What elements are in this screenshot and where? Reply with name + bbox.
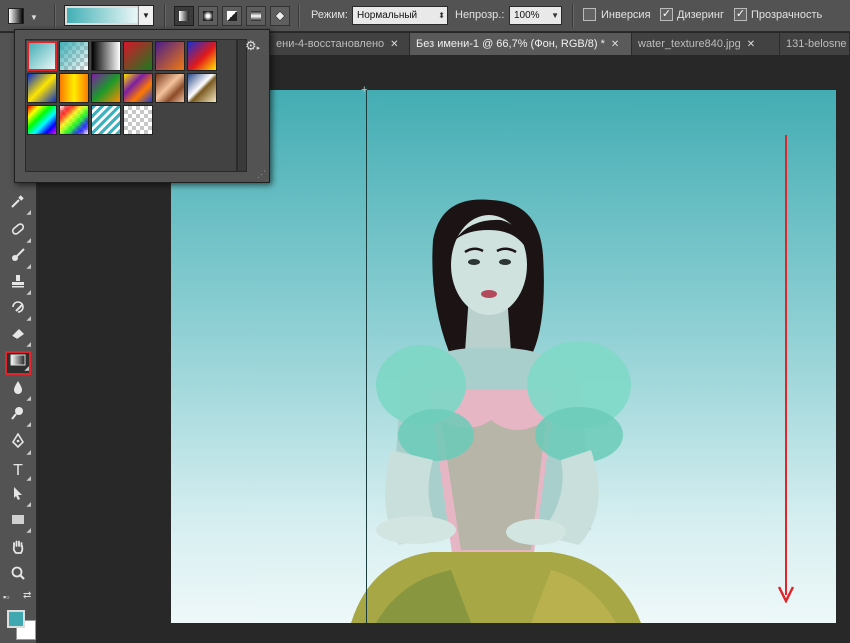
annotation-arrow-head-icon [777, 586, 795, 603]
gradient-drag-line [366, 86, 367, 623]
brush-icon[interactable]: ◢ [5, 247, 31, 271]
default-colors-icon[interactable]: ▪▫ [3, 592, 9, 602]
gradient-swatch-chrome[interactable] [187, 73, 217, 103]
chevron-down-icon[interactable]: ▼ [138, 6, 153, 25]
gradient-swatch-checker-transparent[interactable] [123, 105, 153, 135]
healing-brush-icon[interactable]: ◢ [5, 221, 31, 245]
gradient-swatch-black-white[interactable] [91, 41, 121, 71]
eraser-icon[interactable]: ◢ [5, 325, 31, 349]
gradient-preview[interactable] [67, 8, 137, 23]
gradient-swatch-spectrum[interactable] [27, 105, 57, 135]
portrait-photo [351, 199, 641, 623]
radial-gradient-icon [203, 11, 213, 21]
linear-gradient-button[interactable] [174, 6, 194, 26]
document-canvas[interactable] [171, 90, 836, 623]
gradient-swatch-blue-yellow-blue[interactable] [27, 73, 57, 103]
gradient-swatch-violet-green-orange[interactable] [91, 73, 121, 103]
reflected-gradient-icon [251, 11, 261, 21]
annotation-arrow-shaft [785, 135, 787, 595]
tab-label: 131-belosne [786, 38, 847, 50]
path-selection-icon[interactable]: ◢ [5, 485, 31, 509]
swap-colors-icon[interactable]: ⇄ [23, 590, 31, 601]
gradient-swatch-violet-orange[interactable] [155, 41, 185, 71]
resize-grip-icon[interactable]: ⋰ [257, 169, 266, 180]
transparency-checkbox[interactable]: ✓ [734, 8, 747, 21]
mode-value: Нормальный [357, 10, 418, 21]
blur-icon[interactable]: ◢ [5, 379, 31, 403]
diamond-gradient-icon [274, 10, 286, 22]
tab-document-4[interactable]: ени-4-восстановлено ✕ [270, 33, 410, 55]
gradient-swatch-red-green[interactable] [123, 41, 153, 71]
divider [298, 4, 300, 28]
zoom-icon[interactable] [5, 565, 31, 589]
mode-label: Режим: [311, 9, 348, 21]
opacity-label: Непрозр.: [455, 9, 505, 21]
type-icon[interactable]: T ◢ [5, 459, 31, 483]
tool-preset-picker[interactable]: ▼ [6, 6, 40, 26]
divider [164, 4, 166, 28]
gradient-swatch-transparent-stripes[interactable] [91, 105, 121, 135]
dodge-icon[interactable]: ◢ [5, 405, 31, 429]
opacity-value: 100% [514, 10, 540, 21]
close-icon[interactable]: ✕ [747, 39, 755, 50]
close-icon[interactable]: ✕ [390, 39, 398, 50]
divider [54, 4, 56, 28]
opacity-field[interactable]: 100% ▼ [509, 6, 562, 25]
gradient-tool-icon [8, 8, 24, 24]
checkmark-icon: ✓ [735, 8, 746, 20]
gradient-swatch-transparent-rainbow[interactable] [59, 105, 89, 135]
history-brush-icon[interactable]: ◢ [5, 299, 31, 323]
radial-gradient-button[interactable] [198, 6, 218, 26]
close-icon[interactable]: ✕ [611, 39, 619, 50]
gradient-swatch-foreground-to-transparent[interactable] [59, 41, 89, 71]
gradient-swatch-foreground-to-background[interactable] [27, 41, 57, 71]
angle-gradient-button[interactable] [222, 6, 242, 26]
dither-label: Дизеринг [677, 9, 724, 21]
foreground-color-swatch[interactable] [7, 610, 25, 628]
tab-label: water_texture840.jpg [638, 38, 741, 50]
diamond-gradient-button[interactable] [270, 6, 290, 26]
gradient-swatch-grid [25, 39, 237, 172]
tab-document-1[interactable]: Без имени-1 @ 66,7% (Фон, RGB/8) * ✕ [410, 33, 632, 55]
dither-checkbox[interactable]: ✓ [660, 8, 673, 21]
gradient-picker[interactable]: ▼ [64, 5, 154, 26]
swatch-scrollbar[interactable] [237, 39, 247, 172]
reverse-checkbox[interactable] [583, 8, 596, 21]
tab-water-texture[interactable]: water_texture840.jpg ✕ [632, 33, 780, 55]
hand-icon[interactable] [5, 539, 31, 563]
rectangle-icon[interactable]: ◢ [5, 511, 31, 535]
color-swatches [4, 606, 36, 640]
tab-label: ени-4-восстановлено [276, 38, 385, 50]
chevron-updown-icon: ⬍ [438, 11, 445, 20]
gradient-icon[interactable]: ◢ [5, 351, 31, 375]
crosshair-cursor-icon: + [361, 84, 368, 96]
gradient-swatch-orange-yellow-orange[interactable] [59, 73, 89, 103]
linear-gradient-icon [179, 11, 189, 21]
options-bar: ▼ ▼ Режим: Нормальный ⬍ Непрозр.: 100% ▼… [0, 0, 850, 32]
clone-stamp-icon[interactable]: ◢ [5, 273, 31, 297]
reflected-gradient-button[interactable] [246, 6, 266, 26]
transparency-label: Прозрачность [751, 9, 823, 21]
gradient-swatch-copper[interactable] [155, 73, 185, 103]
gradient-swatch-blue-red-yellow[interactable] [187, 41, 217, 71]
eyedropper-icon[interactable]: ◢ [5, 193, 31, 217]
tab-belosne[interactable]: 131-belosne [780, 33, 850, 55]
gradient-swatch-yellow-violet-orange-blue[interactable] [123, 73, 153, 103]
pen-icon[interactable]: ◢ [5, 432, 31, 457]
checkmark-icon: ✓ [661, 8, 672, 20]
mode-select[interactable]: Нормальный ⬍ [352, 6, 448, 25]
document-tabs: ени-4-восстановлено ✕ Без имени-1 @ 66,7%… [270, 33, 850, 55]
chevron-down-icon[interactable]: ▼ [551, 7, 559, 24]
gradient-preset-popup: ⚙▸ ⋰ [14, 29, 270, 183]
angle-gradient-icon [227, 11, 237, 21]
gear-icon[interactable]: ⚙▸ [245, 38, 260, 54]
reverse-label: Инверсия [601, 9, 651, 21]
tab-label: Без имени-1 @ 66,7% (Фон, RGB/8) * [416, 38, 605, 50]
chevron-down-icon: ▼ [30, 13, 38, 22]
divider [572, 4, 574, 28]
